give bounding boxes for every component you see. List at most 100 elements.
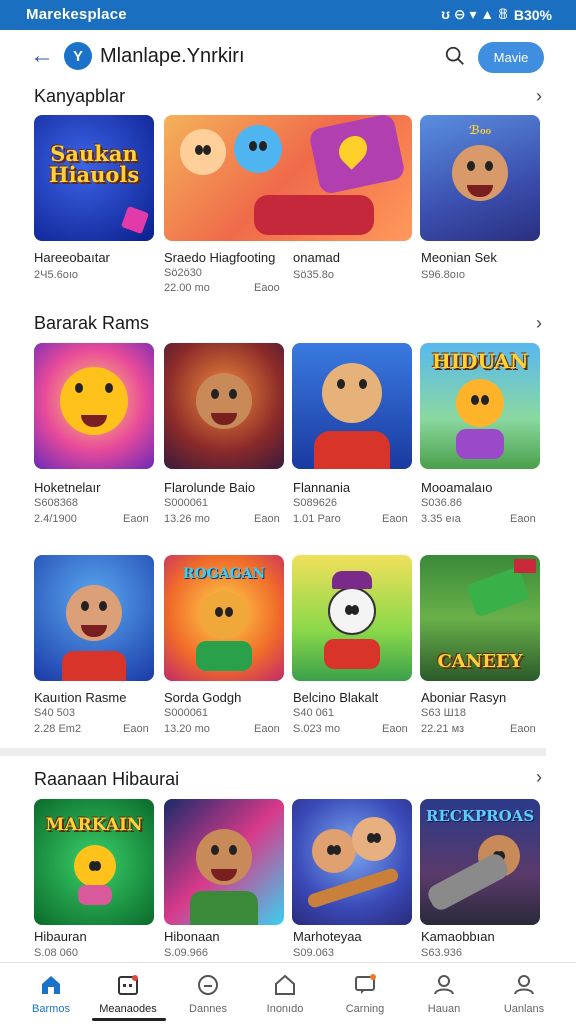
game-meta: S089626 [293,497,338,509]
game-tile[interactable]: MARKAIN [34,799,154,925]
game-tile[interactable] [34,343,154,469]
game-artwork-title: MARKAIN [45,815,143,835]
game-meta: S.08 060 [34,947,79,959]
game-name[interactable]: onamad [293,250,340,265]
character-face [352,817,396,861]
game-tile[interactable] [292,555,412,681]
game-meta: 1.01 Paro [293,513,341,525]
game-tile[interactable] [292,343,412,469]
back-arrow-icon[interactable]: ← [30,42,54,70]
game-artwork-title: Saukan Hiauols [48,141,140,187]
chevron-right-icon[interactable]: › [536,767,542,788]
character-face [234,125,282,173]
nav-label: Barmos [32,1003,70,1015]
character-body [190,891,258,925]
app-logo-icon: Y [64,42,92,70]
character-face [200,591,248,639]
game-tile[interactable]: CANEEY [420,555,540,681]
status-bar-title: Marekesplace [26,6,127,23]
emoji-face-icon [74,845,116,887]
character-body [78,885,112,905]
game-name[interactable]: Marhoteyaa [293,929,362,944]
nav-item-hauan[interactable]: Hauan [408,973,480,1015]
game-tile-featured[interactable] [164,115,412,241]
section-title-1: Kanyapblar [34,86,126,106]
game-meta: S40 061 [293,707,334,719]
game-meta: 2.4/1900 [34,513,77,525]
game-meta: S96.8оıо [421,269,466,281]
status-bar: Marekesplace ʊ ⊖ ▾ ▲ 𝟠 B30% [0,0,576,30]
nav-label: Meanaodes [99,1003,157,1015]
game-tag: Eaon [123,723,149,735]
nav-label: Hauan [427,1003,461,1015]
game-tile[interactable] [34,555,154,681]
nav-label: Dannes [189,1003,227,1015]
game-name[interactable]: Sorda Godgh [164,690,241,705]
app-bar: ← Y Mlanlape.Ynrkirı Mavie [0,30,576,84]
game-logo-text: ℬℴℴ [468,123,492,137]
character-face [456,379,504,427]
nav-item-carning[interactable]: Carning [329,973,401,1015]
game-tag: Eaon [254,723,280,735]
game-tile[interactable]: Saukan Hiauols [34,115,154,241]
house-icon [275,974,295,995]
game-tag: Eaon [382,513,408,525]
section-title-2: Bararak Rams [34,313,150,333]
game-name[interactable]: Flannania [293,480,350,495]
nav-item-uanlans[interactable]: Uanlans [488,973,560,1015]
game-tag: Eaon [510,513,536,525]
game-tag: Eaon [510,723,536,735]
game-name[interactable]: Kauıtion Rasme [34,690,127,705]
game-meta: 2Ч5.6оıо [34,269,79,281]
nav-label: Uanlans [503,1003,545,1015]
home-icon [42,976,60,994]
profile-icon [514,975,534,995]
game-tile[interactable] [164,799,284,925]
game-meta: Sö2ö30 [164,267,202,279]
game-meta: S.023 mo [293,723,341,735]
chevron-right-icon[interactable]: › [536,313,542,334]
nav-item-inonido[interactable]: Inonıdo [249,973,321,1015]
game-controller-base [254,195,374,235]
status-indicator-icons: ʊ ⊖ ▾ ▲ 𝟠 [441,6,508,22]
game-name[interactable]: Flarolunde Baio [164,480,255,495]
section-divider [0,748,546,756]
search-icon[interactable] [444,45,466,67]
game-tile[interactable] [164,343,284,469]
game-tile[interactable]: HIDUAN [420,343,540,469]
game-name[interactable]: Kamaobbıan [421,929,495,944]
game-name[interactable]: Sraedo Hiagfooting [164,250,275,265]
game-meta: S000061 [164,497,209,509]
nav-item-barmos[interactable]: Barmos [15,973,87,1015]
nav-label: Inonıdo [266,1003,304,1015]
game-meta: S000061 [164,707,209,719]
game-name[interactable]: Hibonaan [164,929,220,944]
character-body [196,641,252,671]
game-name[interactable]: Meonian Sek [421,250,497,265]
chevron-right-icon[interactable]: › [536,86,542,107]
nav-item-dannes[interactable]: Dannes [172,973,244,1015]
game-name[interactable]: Hibauran [34,929,87,944]
game-name[interactable]: Belcino Blakalt [293,690,378,705]
game-name[interactable]: Aboniar Rasyn [421,690,506,705]
game-tile[interactable]: RECKPROAS [420,799,540,925]
game-meta: S036.86 [421,497,462,509]
nav-item-meanaodes[interactable]: Meanaodes [92,973,164,1015]
page-title: Mlanlape.Ynrkirı [100,45,245,67]
game-meta: Sö35.8о [293,269,334,281]
game-meta: 2.28 Em2 [34,723,82,735]
game-name[interactable]: Mooamalaıo [421,480,493,495]
game-artwork-title: ROGAGAN [182,566,266,582]
game-meta: S63.936 [421,947,462,959]
section-title-4: Raanaan Hibaurai [34,769,180,789]
character-body [456,429,504,459]
game-meta: 22.21 мз [421,723,465,735]
game-meta: 22.00 mo [164,282,210,294]
game-tile[interactable]: ℬℴℴ [420,115,540,241]
game-tag: Eaon [254,513,280,525]
game-tile[interactable] [292,799,412,925]
primary-action-button[interactable]: Mavie [478,42,544,73]
game-name[interactable]: Hareeobaıtar [34,250,110,265]
game-tile[interactable]: ROGAGAN [164,555,284,681]
game-name[interactable]: Hoketnelaır [34,480,100,495]
